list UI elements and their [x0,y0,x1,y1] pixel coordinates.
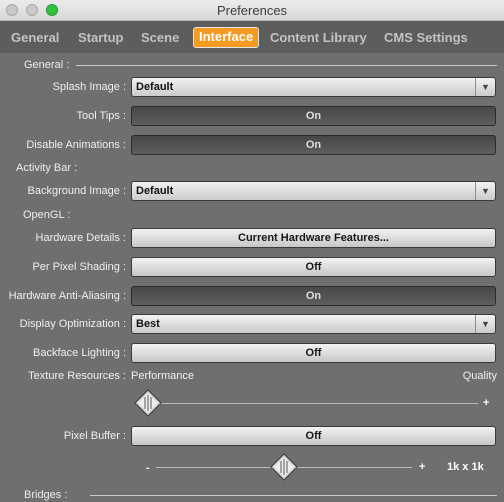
background-image-select[interactable]: Default ▼ [131,181,496,201]
tab-interface[interactable]: Interface [193,27,260,48]
pixel-buffer-size-value: 1k x 1k [447,461,484,473]
splash-image-select[interactable]: Default ▼ [131,77,496,97]
hardware-anti-aliasing-label: Hardware Anti-Aliasing : [8,290,126,302]
section-divider [76,65,497,66]
section-general-title: General : [24,59,70,71]
chevron-down-icon: ▼ [475,182,495,200]
current-hardware-features-button[interactable]: Current Hardware Features... [131,228,496,248]
display-optimization-value: Best [136,318,160,330]
splash-image-value: Default [136,81,174,93]
texture-resources-label: Texture Resources : [28,370,126,382]
splash-image-label: Splash Image : [52,81,126,93]
tab-startup[interactable]: Startup [73,28,129,47]
texture-resources-slider-thumb[interactable] [134,389,162,417]
pixel-buffer-toggle[interactable]: Off [131,426,496,446]
tab-general[interactable]: General [6,28,64,47]
tool-tips-label: Tool Tips : [76,110,126,122]
tool-tips-toggle[interactable]: On [131,106,496,126]
chevron-down-icon: ▼ [475,78,495,96]
tab-content-library[interactable]: Content Library [265,28,372,47]
hardware-anti-aliasing-toggle[interactable]: On [131,286,496,306]
texture-max-label: Quality [462,370,497,382]
pixel-buffer-increase-icon[interactable]: + [419,461,425,473]
texture-min-label: Performance [131,370,194,382]
texture-increase-icon[interactable]: + [483,397,489,409]
texture-resources-slider-track[interactable] [156,403,478,404]
pixel-buffer-slider-thumb[interactable] [270,453,298,481]
pixel-buffer-label: Pixel Buffer : [63,430,126,442]
disable-animations-label: Disable Animations : [26,139,126,151]
section-divider [90,495,497,496]
chevron-down-icon: ▼ [475,315,495,333]
background-image-label: Background Image : [27,185,126,197]
window-title: Preferences [216,3,288,18]
tab-bar: General Startup Scene Interface Content … [0,21,504,53]
per-pixel-shading-toggle[interactable]: Off [131,257,496,277]
tab-cms-settings[interactable]: CMS Settings [379,28,473,47]
display-optimization-select[interactable]: Best ▼ [131,314,496,334]
backface-lighting-toggle[interactable]: Off [131,343,496,363]
pixel-buffer-decrease-icon[interactable]: - [146,462,150,474]
section-activity-bar-title: Activity Bar : [16,162,78,174]
display-optimization-label: Display Optimization : [19,318,126,330]
tab-scene[interactable]: Scene [136,28,184,47]
background-image-value: Default [136,185,174,197]
interface-panel: General : Splash Image : Default ▼ Tool … [0,53,504,501]
per-pixel-shading-label: Per Pixel Shading : [32,261,126,273]
backface-lighting-label: Backface Lighting : [33,347,126,359]
disable-animations-toggle[interactable]: On [131,135,496,155]
section-opengl-title: OpenGL : [23,209,71,221]
hardware-details-label: Hardware Details : [35,232,126,244]
title-bar: Preferences [0,0,504,21]
